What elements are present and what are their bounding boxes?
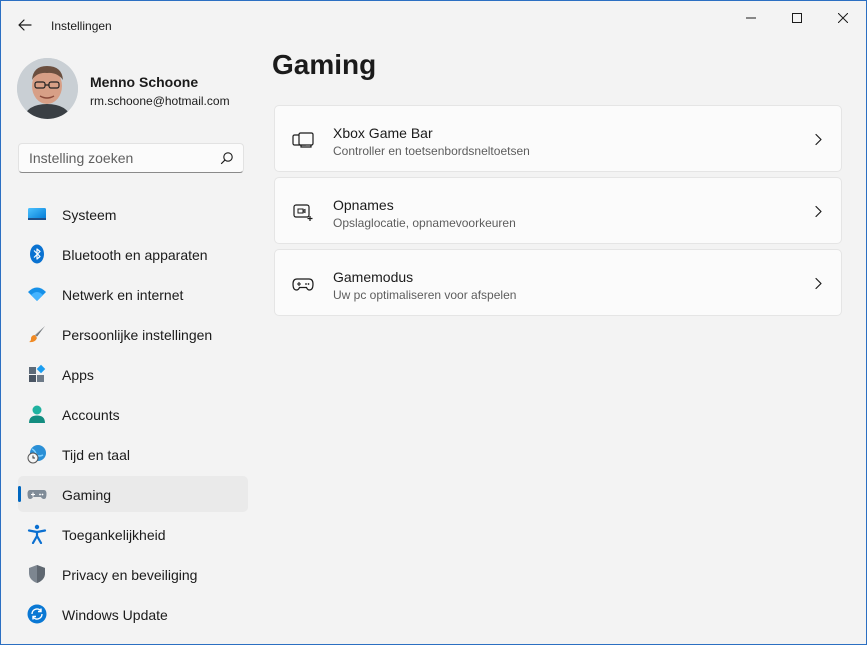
- shield-icon: [29, 565, 45, 583]
- sidebar-item-label: Netwerk en internet: [62, 287, 184, 303]
- apps-icon: [29, 364, 46, 382]
- sidebar-item-windows-update[interactable]: Windows Update: [18, 596, 248, 632]
- user-name: Menno Schoone: [90, 74, 199, 90]
- avatar: [17, 58, 78, 119]
- system-icon: [28, 208, 46, 220]
- sidebar-item-label: Persoonlijke instellingen: [62, 327, 213, 343]
- card-subtitle: Controller en toetsenbordsneltoetsen: [333, 144, 530, 158]
- sidebar-item-label: Gaming: [62, 487, 112, 503]
- minimize-button[interactable]: [728, 1, 774, 35]
- sidebar-item-label: Apps: [62, 367, 94, 383]
- card-title: Gamemodus: [333, 269, 414, 285]
- selection-indicator: [18, 486, 21, 502]
- chevron-right-icon: [815, 205, 822, 218]
- page-title: Gaming: [272, 49, 377, 80]
- brush-icon: [29, 326, 45, 343]
- maximize-button[interactable]: [774, 1, 820, 35]
- arrow-left-icon: [18, 19, 32, 31]
- sidebar-item-toegankelijkheid[interactable]: Toegankelijkheid: [18, 516, 248, 552]
- chevron-right-icon: [815, 277, 822, 290]
- sidebar-item-label: Tijd en taal: [62, 447, 130, 463]
- sidebar-item-netwerk[interactable]: Netwerk en internet: [18, 276, 248, 312]
- sidebar-nav: Systeem Bluetooth en apparaten Netwerk e…: [18, 196, 248, 636]
- account-icon: [29, 405, 45, 423]
- search-input[interactable]: [19, 144, 209, 172]
- search-icon[interactable]: [220, 151, 234, 165]
- sidebar-item-persoonlijke-instellingen[interactable]: Persoonlijke instellingen: [18, 316, 248, 352]
- card-gamemodus[interactable]: Gamemodus Uw pc optimaliseren voor afspe…: [274, 249, 842, 316]
- window-title: Instellingen: [51, 19, 112, 33]
- sidebar-item-systeem[interactable]: Systeem: [18, 196, 248, 232]
- update-icon: [27, 604, 47, 624]
- maximize-icon: [792, 13, 802, 23]
- close-icon: [838, 13, 848, 23]
- close-button[interactable]: [820, 1, 866, 35]
- sidebar-item-label: Windows Update: [62, 607, 168, 623]
- sidebar-item-label: Toegankelijkheid: [62, 527, 166, 543]
- user-profile[interactable]: Menno Schoone rm.schoone@hotmail.com: [17, 58, 257, 120]
- minimize-icon: [746, 17, 756, 19]
- sidebar-item-tijd-en-taal[interactable]: Tijd en taal: [18, 436, 248, 472]
- accessibility-icon: [27, 524, 47, 544]
- sidebar-item-bluetooth[interactable]: Bluetooth en apparaten: [18, 236, 248, 272]
- bluetooth-icon: [30, 244, 44, 264]
- sidebar-item-label: Accounts: [62, 407, 120, 423]
- card-subtitle: Opslaglocatie, opnamevoorkeuren: [333, 216, 516, 230]
- avatar-photo: [17, 58, 78, 119]
- capture-icon: [293, 204, 313, 221]
- card-xbox-game-bar[interactable]: Xbox Game Bar Controller en toetsenbords…: [274, 105, 842, 172]
- sidebar-item-label: Privacy en beveiliging: [62, 567, 198, 583]
- wifi-icon: [28, 287, 46, 301]
- back-button[interactable]: [11, 11, 39, 39]
- title-bar: Instellingen: [1, 1, 866, 49]
- sidebar-item-accounts[interactable]: Accounts: [18, 396, 248, 432]
- card-title: Xbox Game Bar: [333, 125, 433, 141]
- sidebar-item-label: Bluetooth en apparaten: [62, 247, 208, 263]
- card-opnames[interactable]: Opnames Opslaglocatie, opnamevoorkeuren: [274, 177, 842, 244]
- game-mode-icon: [292, 278, 314, 291]
- settings-search: [18, 143, 244, 173]
- card-title: Opnames: [333, 197, 394, 213]
- sidebar-item-gaming[interactable]: Gaming: [18, 476, 248, 512]
- settings-window: Instellingen Menno Schoone rm.schoone@ho…: [0, 0, 867, 645]
- globe-clock-icon: [27, 445, 46, 464]
- game-bar-icon: [292, 132, 314, 148]
- chevron-right-icon: [815, 133, 822, 146]
- sidebar-item-privacy[interactable]: Privacy en beveiliging: [18, 556, 248, 592]
- card-subtitle: Uw pc optimaliseren voor afspelen: [333, 288, 517, 302]
- sidebar-item-apps[interactable]: Apps: [18, 356, 248, 392]
- sidebar-item-label: Systeem: [62, 207, 117, 223]
- gamepad-icon: [27, 490, 47, 499]
- user-email: rm.schoone@hotmail.com: [90, 94, 230, 108]
